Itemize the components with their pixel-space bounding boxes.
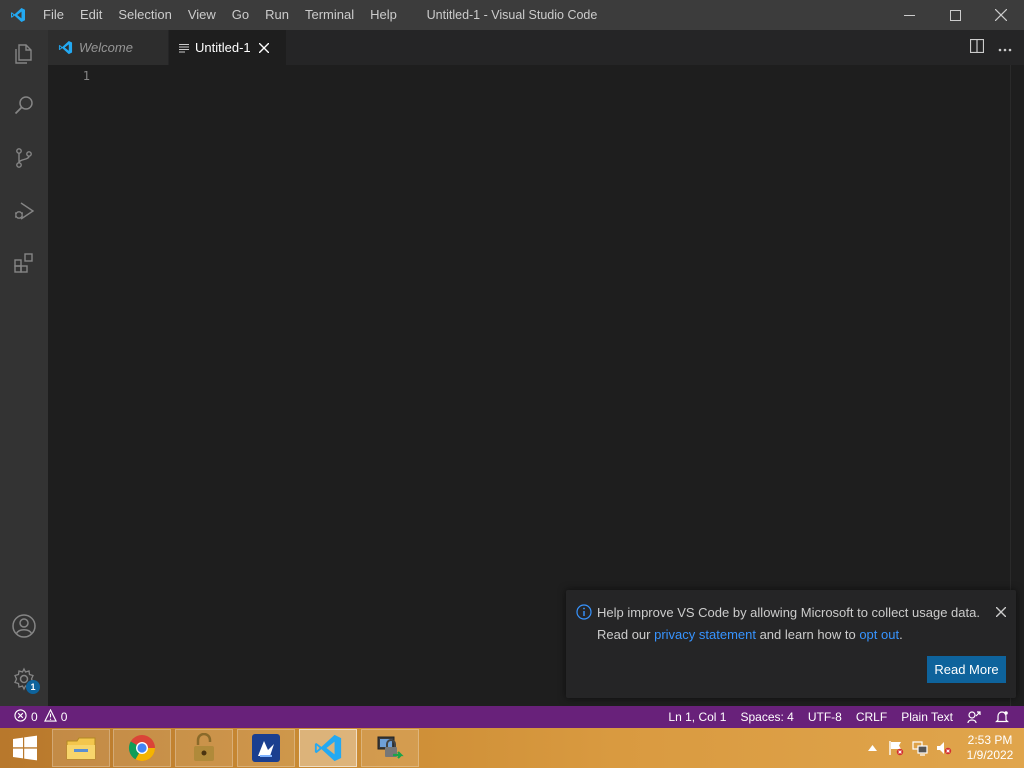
action-center-flag-icon[interactable] (884, 728, 908, 768)
notification-toast: Help improve VS Code by allowing Microso… (566, 590, 1016, 698)
minimize-button[interactable] (886, 0, 932, 30)
error-icon (14, 709, 27, 725)
run-debug-icon[interactable] (0, 187, 48, 235)
editor-actions (969, 30, 1012, 65)
tab-label: Welcome (79, 40, 133, 55)
read-more-button[interactable]: Read More (927, 656, 1006, 683)
opt-out-link[interactable]: opt out (859, 627, 899, 642)
windows-taskbar: 2:53 PM 1/9/2022 (0, 728, 1024, 768)
windows-start-icon[interactable] (0, 728, 50, 768)
chrome-icon[interactable] (113, 729, 171, 767)
avast-pen-icon[interactable] (237, 729, 295, 767)
indentation[interactable]: Spaces: 4 (733, 706, 800, 728)
tab-untitled-1[interactable]: Untitled-1 (169, 30, 286, 65)
language-mode[interactable]: Plain Text (894, 706, 960, 728)
menu-selection[interactable]: Selection (110, 0, 179, 30)
menu-edit[interactable]: Edit (72, 0, 110, 30)
notification-text: Read our (597, 627, 655, 642)
manage-gear-icon[interactable]: 1 (0, 655, 48, 703)
maximize-button[interactable] (932, 0, 978, 30)
explorer-icon[interactable] (0, 30, 48, 78)
more-actions-icon[interactable] (998, 40, 1012, 55)
warning-count: 0 (60, 710, 68, 724)
notification-detail: Read our privacy statement and learn how… (597, 627, 903, 642)
clock-date: 1/9/2022 (966, 748, 1014, 762)
split-editor-icon[interactable] (969, 38, 985, 56)
menu-help[interactable]: Help (362, 0, 405, 30)
notification-message: Help improve VS Code by allowing Microso… (597, 605, 980, 620)
vscode-icon[interactable] (299, 729, 357, 767)
file-lines-icon (179, 43, 189, 53)
cursor-position[interactable]: Ln 1, Col 1 (661, 706, 733, 728)
vscode-logo-icon (58, 40, 73, 55)
close-window-button[interactable] (978, 0, 1024, 30)
menu-view[interactable]: View (180, 0, 224, 30)
close-tab-icon[interactable] (258, 42, 269, 53)
maximize-icon (949, 9, 961, 21)
end-of-line[interactable]: CRLF (849, 706, 894, 728)
clock-time: 2:53 PM (967, 733, 1013, 747)
menu-run[interactable]: Run (257, 0, 297, 30)
accounts-icon[interactable] (0, 602, 48, 650)
error-count: 0 (31, 710, 38, 724)
manage-badge: 1 (26, 680, 40, 694)
feedback-icon[interactable] (960, 706, 988, 728)
warning-icon (43, 708, 57, 725)
taskbar-clock[interactable]: 2:53 PM 1/9/2022 (956, 733, 1024, 763)
unlocked-padlock-icon[interactable] (175, 729, 233, 767)
show-hidden-icons-icon[interactable] (860, 728, 884, 768)
info-icon (576, 604, 592, 623)
notification-text: and learn how to (755, 627, 860, 642)
status-bar-right: Ln 1, Col 1 Spaces: 4 UTF-8 CRLF Plain T… (661, 706, 1016, 728)
menu-file[interactable]: File (35, 0, 72, 30)
encoding[interactable]: UTF-8 (801, 706, 849, 728)
file-explorer-icon[interactable] (52, 729, 110, 767)
privacy-statement-link[interactable]: privacy statement (654, 627, 756, 642)
menu-terminal[interactable]: Terminal (297, 0, 362, 30)
source-control-icon[interactable] (0, 134, 48, 182)
problems-indicator[interactable]: 0 0 (0, 706, 67, 728)
close-icon (995, 9, 1007, 21)
search-icon[interactable] (0, 81, 48, 129)
system-tray: 2:53 PM 1/9/2022 (860, 728, 1024, 768)
notifications-bell-icon[interactable] (988, 706, 1016, 728)
minimize-icon (903, 14, 915, 16)
tab-welcome[interactable]: Welcome (48, 30, 168, 65)
extensions-icon[interactable] (0, 239, 48, 287)
vscode-logo-icon[interactable] (0, 0, 35, 30)
close-notification-icon[interactable] (995, 605, 1007, 620)
notification-text: . (899, 627, 903, 642)
line-number: 1 (82, 69, 90, 83)
title-bar: File Edit Selection View Go Run Terminal… (0, 0, 1024, 30)
menu-bar: File Edit Selection View Go Run Terminal… (35, 0, 405, 30)
editor-tabs: Welcome Untitled-1 (48, 30, 1024, 65)
status-bar: 0 0 Ln 1, Col 1 Spaces: 4 UTF-8 CRLF Pla… (0, 706, 1024, 728)
network-icon[interactable] (908, 728, 932, 768)
tab-label: Untitled-1 (195, 40, 251, 55)
window-controls (886, 0, 1024, 30)
network-lock-icon[interactable] (361, 729, 419, 767)
activity-bar: 1 (0, 30, 48, 706)
volume-muted-icon[interactable] (932, 728, 956, 768)
menu-go[interactable]: Go (224, 0, 257, 30)
